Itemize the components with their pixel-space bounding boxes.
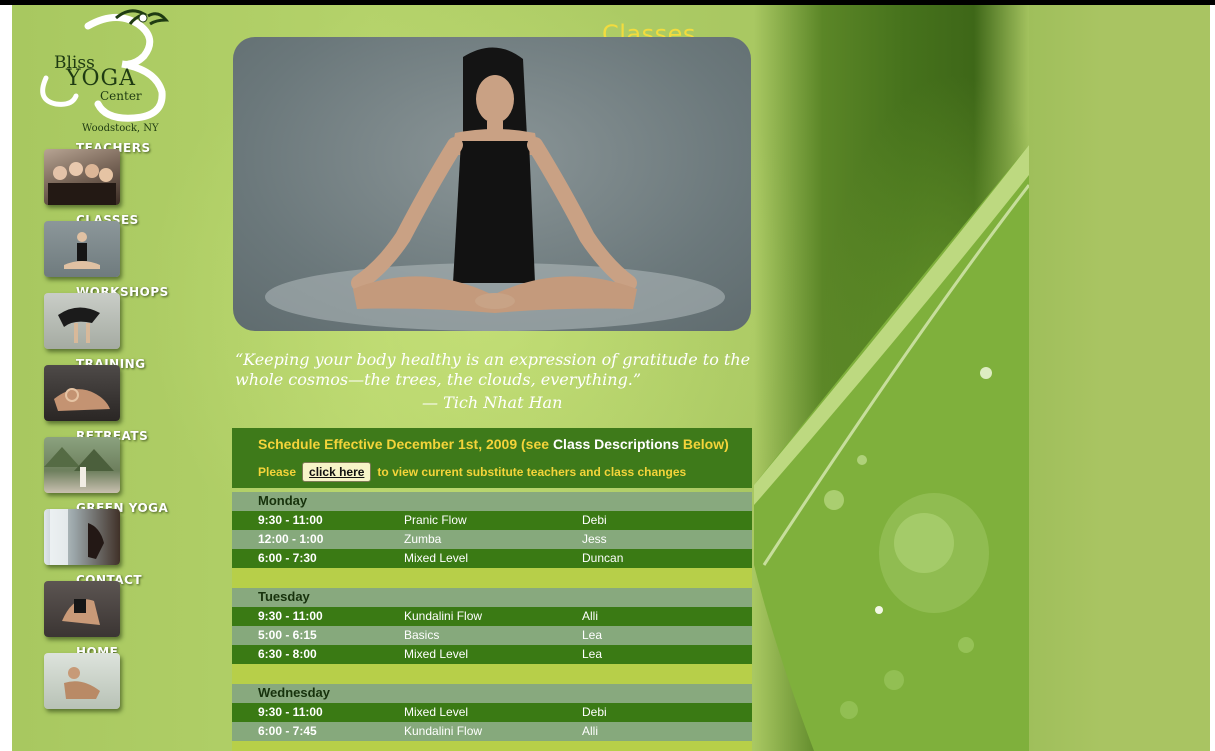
nav-item-contact[interactable]: CONTACT	[44, 573, 174, 639]
substitute-note-suffix: to view current substitute teachers and …	[377, 465, 687, 479]
table-row: 9:30 - 11:00 Pranic Flow Debi	[232, 511, 752, 530]
quote-text: “Keeping your body healthy is an express…	[235, 350, 751, 389]
class-teacher: Jess	[582, 532, 607, 546]
day-header-monday: Monday	[232, 492, 752, 511]
day-name: Monday	[258, 493, 308, 508]
workshops-photo-icon[interactable]	[44, 293, 120, 349]
schedule-title-suffix: Below)	[679, 436, 729, 452]
class-name: Pranic Flow	[404, 513, 467, 527]
camel-pose-icon	[62, 599, 100, 625]
schedule-title: Schedule Effective December 1st, 2009 (s…	[258, 436, 729, 452]
class-time: 12:00 - 1:00	[258, 532, 324, 546]
schedule-header: Schedule Effective December 1st, 2009 (s…	[232, 428, 752, 488]
table-row: 6:00 - 7:45 Kundalini Flow Alli	[232, 722, 752, 741]
class-schedule: Schedule Effective December 1st, 2009 (s…	[232, 428, 752, 751]
table-row: 6:30 - 8:00 Mixed Level Lea	[232, 645, 752, 664]
nav-item-classes[interactable]: CLASSES	[44, 213, 174, 279]
class-name: Kundalini Flow	[404, 609, 483, 623]
class-time: 6:00 - 7:30	[258, 551, 317, 565]
class-time: 9:30 - 11:00	[258, 705, 323, 719]
class-name: Mixed Level	[404, 551, 469, 565]
table-row: 5:00 - 6:15 Basics Lea	[232, 626, 752, 645]
mountain-pose-icon	[44, 447, 114, 487]
day-header-wednesday: Wednesday	[232, 684, 752, 703]
table-row: 6:00 - 7:30 Mixed Level Duncan	[232, 549, 752, 568]
substitute-note-prefix: Please	[258, 465, 297, 479]
side-bend-pose-icon	[64, 667, 100, 699]
class-time: 5:00 - 6:15	[258, 628, 317, 642]
mudra-hand-icon	[54, 388, 110, 411]
nav-item-green-yoga[interactable]: GREEN YOGA	[44, 501, 174, 567]
classes-photo-icon[interactable]	[44, 221, 120, 277]
class-teacher: Alli	[582, 724, 599, 738]
green-yoga-photo-icon[interactable]	[44, 509, 120, 565]
nav-item-home[interactable]: HOME	[44, 645, 174, 711]
teachers-photo-icon[interactable]	[44, 149, 120, 205]
substitute-note: Please click here to view current substi…	[258, 462, 686, 482]
schedule-title-prefix: Schedule Effective December 1st, 2009 (s…	[258, 436, 553, 452]
day-name: Tuesday	[258, 589, 310, 604]
class-teacher: Duncan	[582, 551, 624, 565]
table-row: 12:00 - 1:00 Zumba Jess	[232, 530, 752, 549]
class-time: 9:30 - 11:00	[258, 609, 323, 623]
seated-yoga-woman-illustration	[265, 47, 725, 331]
class-teacher: Debi	[582, 513, 607, 527]
class-time: 6:00 - 7:45	[258, 724, 317, 738]
waterfall-pose-icon	[50, 509, 104, 565]
right-margin-background	[1029, 5, 1210, 751]
class-name: Kundalini Flow	[404, 724, 483, 738]
logo-text-center: Center	[100, 89, 142, 103]
day-name: Wednesday	[258, 685, 331, 700]
class-name: Mixed Level	[404, 647, 469, 661]
nav-item-training[interactable]: TRAINING	[44, 357, 174, 423]
nav-item-teachers[interactable]: TEACHERS	[44, 141, 174, 207]
logo-location: Woodstock, NY	[82, 123, 159, 134]
hero-photo	[233, 37, 751, 331]
nav-item-retreats[interactable]: RETREATS	[44, 429, 174, 495]
class-teacher: Lea	[582, 647, 603, 661]
class-teacher: Lea	[582, 628, 603, 642]
class-time: 6:30 - 8:00	[258, 647, 317, 661]
day-spacer	[232, 741, 752, 751]
day-spacer	[232, 664, 752, 684]
retreats-photo-icon[interactable]	[44, 437, 120, 493]
class-name: Mixed Level	[404, 705, 469, 719]
seated-meditation-icon	[64, 232, 100, 269]
class-teacher: Debi	[582, 705, 607, 719]
quote-attribution: — Tich Nhat Han	[422, 393, 563, 412]
home-photo-icon[interactable]	[44, 653, 120, 709]
table-row: 9:30 - 11:00 Mixed Level Debi	[232, 703, 752, 722]
leaf-blade-illustration	[754, 145, 1029, 751]
contact-photo-icon[interactable]	[44, 581, 120, 637]
class-name: Zumba	[404, 532, 442, 546]
day-header-tuesday: Tuesday	[232, 588, 752, 607]
logo-text-yoga: YOGA	[66, 66, 137, 91]
class-descriptions-link[interactable]: Class Descriptions	[553, 436, 679, 452]
nav-item-workshops[interactable]: WORKSHOPS	[44, 285, 174, 351]
training-photo-icon[interactable]	[44, 365, 120, 421]
class-name: Basics	[404, 628, 440, 642]
table-row: 9:30 - 11:00 Kundalini Flow Alli	[232, 607, 752, 626]
teachers-group-icon	[48, 162, 116, 205]
class-teacher: Alli	[582, 609, 599, 623]
crow-pose-icon	[58, 307, 100, 343]
page-background: Bliss YOGA Center Woodstock, NY TEACHERS…	[12, 5, 1210, 751]
click-here-button[interactable]: click here	[302, 462, 372, 482]
leaf-background	[754, 5, 1029, 751]
class-time: 9:30 - 11:00	[258, 513, 323, 527]
bliss-yoga-logo[interactable]: Bliss YOGA Center Woodstock, NY	[26, 8, 176, 138]
day-spacer	[232, 568, 752, 588]
